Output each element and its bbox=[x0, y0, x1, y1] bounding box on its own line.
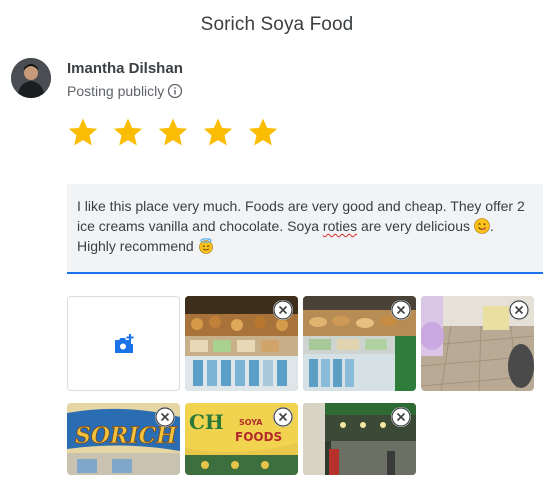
photo-thumbnail[interactable] bbox=[303, 296, 416, 391]
close-icon bbox=[391, 407, 411, 427]
close-icon bbox=[155, 407, 175, 427]
smiling-face-with-halo-emoji-icon bbox=[198, 238, 214, 254]
remove-photo-button[interactable] bbox=[391, 300, 411, 320]
remove-photo-button[interactable] bbox=[391, 407, 411, 427]
add-photo-icon bbox=[114, 333, 133, 353]
review-text-field[interactable]: I like this place very much. Foods are v… bbox=[67, 184, 543, 274]
photo-thumbnail[interactable]: CH SOYA FOODS bbox=[185, 403, 298, 475]
star-rating bbox=[66, 115, 291, 149]
photo-thumbnail[interactable]: SORICH bbox=[67, 403, 180, 475]
close-icon bbox=[273, 300, 293, 320]
misspelled-word: roties bbox=[322, 218, 358, 234]
star-icon[interactable] bbox=[111, 115, 145, 149]
remove-photo-button[interactable] bbox=[273, 300, 293, 320]
avatar-image bbox=[11, 58, 51, 98]
svg-text:FOODS: FOODS bbox=[235, 430, 282, 444]
photo-thumbnail[interactable] bbox=[421, 296, 534, 391]
photo-thumbnail[interactable] bbox=[303, 403, 416, 475]
photo-thumbnail[interactable] bbox=[185, 296, 298, 391]
close-icon bbox=[391, 300, 411, 320]
info-icon[interactable] bbox=[167, 83, 183, 99]
star-icon[interactable] bbox=[201, 115, 235, 149]
star-icon[interactable] bbox=[246, 115, 280, 149]
svg-text:SOYA: SOYA bbox=[239, 418, 263, 427]
star-icon[interactable] bbox=[156, 115, 190, 149]
yum-face-emoji-icon bbox=[474, 218, 490, 234]
close-icon bbox=[273, 407, 293, 427]
review-text-part: are very delicious bbox=[357, 218, 474, 234]
star-icon[interactable] bbox=[66, 115, 100, 149]
posting-visibility: Posting publicly bbox=[67, 83, 183, 99]
svg-text:CH: CH bbox=[189, 410, 224, 434]
avatar bbox=[11, 58, 51, 98]
remove-photo-button[interactable] bbox=[273, 407, 293, 427]
close-icon bbox=[509, 300, 529, 320]
page-title: Sorich Soya Food bbox=[200, 14, 354, 35]
remove-photo-button[interactable] bbox=[509, 300, 529, 320]
posting-visibility-label: Posting publicly bbox=[67, 83, 165, 99]
user-name: Imantha Dilshan bbox=[67, 60, 183, 77]
remove-photo-button[interactable] bbox=[155, 407, 175, 427]
add-photo-button[interactable] bbox=[67, 296, 180, 391]
